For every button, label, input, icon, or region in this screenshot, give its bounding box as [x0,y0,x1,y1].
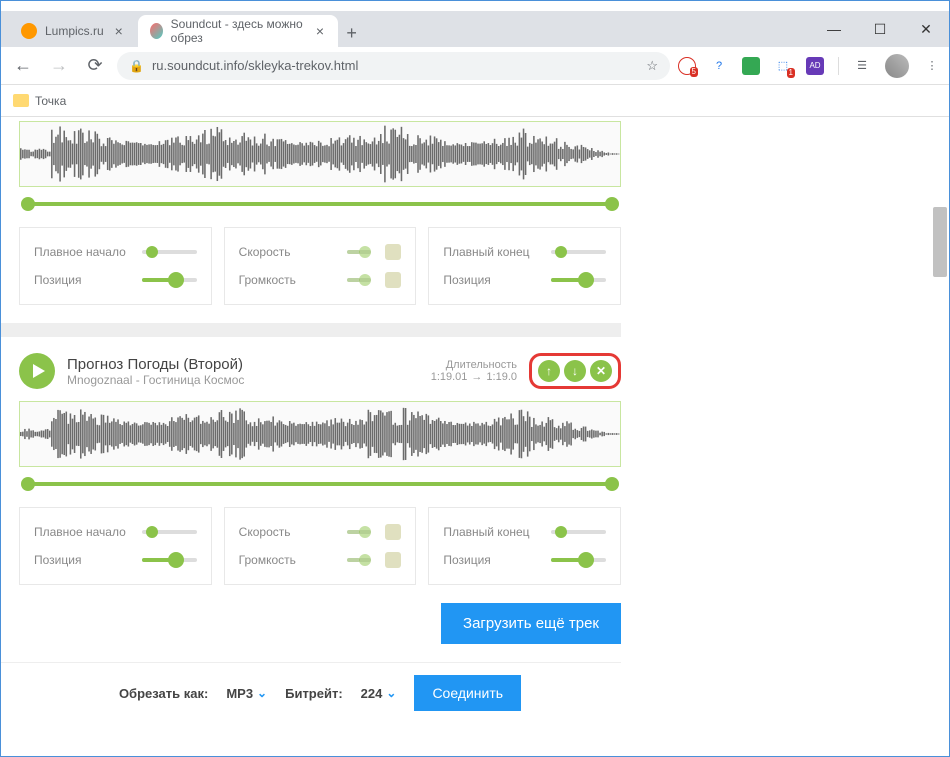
position-label: Позиция [34,273,134,287]
play-icon [33,364,45,378]
lock-icon: 🔒 [129,59,144,73]
position-slider[interactable] [142,278,197,282]
extension-icon[interactable]: ⬚1 [774,57,792,75]
position-label: Позиция [443,553,543,567]
bookmark-item[interactable]: Точка [35,94,66,108]
position-slider[interactable] [142,558,197,562]
browser-tabs: Lumpics.ru × Soundcut - здесь можно обре… [1,11,949,47]
position-slider[interactable] [551,278,606,282]
speed-label: Скорость [239,245,339,259]
favicon-icon [150,23,163,39]
arrow-right-icon: → [471,371,482,383]
extension-icon[interactable] [742,57,760,75]
fade-in-slider[interactable] [142,250,197,254]
favicon-icon [21,23,37,39]
play-button[interactable] [19,353,55,389]
track-duration: Длительность 1:19.01→1:19.0 [431,359,517,383]
speed-slider[interactable] [347,530,372,534]
star-icon[interactable]: ☆ [646,58,658,74]
format-dropdown[interactable]: MP3⌄ [226,686,267,701]
sidebar-empty [621,117,949,756]
upload-track-button[interactable]: Загрузить ещё трек [441,603,621,644]
range-handle-start[interactable] [21,477,35,491]
address-bar[interactable]: 🔒 ru.soundcut.info/skleyka-trekov.html ☆ [117,52,670,80]
tab-soundcut[interactable]: Soundcut - здесь можно обрез × [138,15,338,47]
export-options: Обрезать как: MP3⌄ Битрейт: 224⌄ Соедини… [1,662,621,723]
join-button[interactable]: Соединить [414,675,521,711]
bookmarks-bar: Точка [1,85,949,117]
fade-out-slider[interactable] [551,530,606,534]
move-down-button[interactable]: ↓ [564,360,586,382]
waveform[interactable] [19,121,621,187]
folder-icon [13,94,29,107]
url-text: ru.soundcut.info/skleyka-trekov.html [152,58,358,73]
chevron-down-icon: ⌄ [257,686,267,700]
forward-button[interactable]: → [45,52,73,80]
scrollbar[interactable] [933,207,947,277]
extension-icon[interactable]: 5 [678,57,696,75]
speed-label: Скорость [239,525,339,539]
fade-out-label: Плавный конец [443,525,543,539]
track-1: Плавное начало Позиция Скорость Громкост… [19,121,621,305]
fade-in-label: Плавное начало [34,245,134,259]
close-button[interactable]: ✕ [903,14,949,44]
new-tab-button[interactable]: + [338,19,366,47]
trim-range-slider[interactable] [19,197,621,211]
reading-list-icon[interactable]: ☰ [853,57,871,75]
track-artist: Mnogoznaal - Гостиница Космос [67,373,419,387]
close-icon[interactable]: × [314,24,325,38]
close-icon[interactable]: × [112,24,126,38]
extension-icon[interactable]: ? [710,57,728,75]
range-handle-end[interactable] [605,197,619,211]
fade-in-slider[interactable] [142,530,197,534]
track-2: Прогноз Погоды (Второй) Mnogoznaal - Гос… [19,349,621,723]
volume-slider[interactable] [347,558,372,562]
maximize-button[interactable]: ☐ [857,14,903,44]
tab-lumpics[interactable]: Lumpics.ru × [9,15,138,47]
bitrate-dropdown[interactable]: 224⌄ [361,686,397,701]
chevron-down-icon: ⌄ [386,686,396,700]
volume-slider[interactable] [347,278,372,282]
range-handle-start[interactable] [21,197,35,211]
menu-icon[interactable]: ⋮ [923,57,941,75]
trim-range-slider[interactable] [19,477,621,491]
extension-icon[interactable]: AD [806,57,824,75]
volume-label: Громкость [239,273,339,287]
minimize-button[interactable]: — [811,14,857,44]
bitrate-label: Битрейт: [285,686,343,701]
fade-in-label: Плавное начало [34,525,134,539]
speed-slider[interactable] [347,250,372,254]
tab-title: Soundcut - здесь можно обрез [171,17,307,45]
reload-button[interactable]: ⟳ [81,52,109,80]
back-button[interactable]: ← [9,52,37,80]
waveform[interactable] [19,401,621,467]
move-up-button[interactable]: ↑ [538,360,560,382]
fade-out-slider[interactable] [551,250,606,254]
profile-avatar[interactable] [885,54,909,78]
track-actions-highlighted: ↑ ↓ ✕ [529,353,621,389]
delete-button[interactable]: ✕ [590,360,612,382]
main-content: Плавное начало Позиция Скорость Громкост… [1,117,621,756]
tab-title: Lumpics.ru [45,24,104,38]
cut-as-label: Обрезать как: [119,686,208,701]
address-bar-row: ← → ⟳ 🔒 ru.soundcut.info/skleyka-trekov.… [1,47,949,85]
position-slider[interactable] [551,558,606,562]
range-handle-end[interactable] [605,477,619,491]
position-label: Позиция [443,273,543,287]
track-title: Прогноз Погоды (Второй) [67,356,419,373]
position-label: Позиция [34,553,134,567]
fade-out-label: Плавный конец [443,245,543,259]
volume-label: Громкость [239,553,339,567]
